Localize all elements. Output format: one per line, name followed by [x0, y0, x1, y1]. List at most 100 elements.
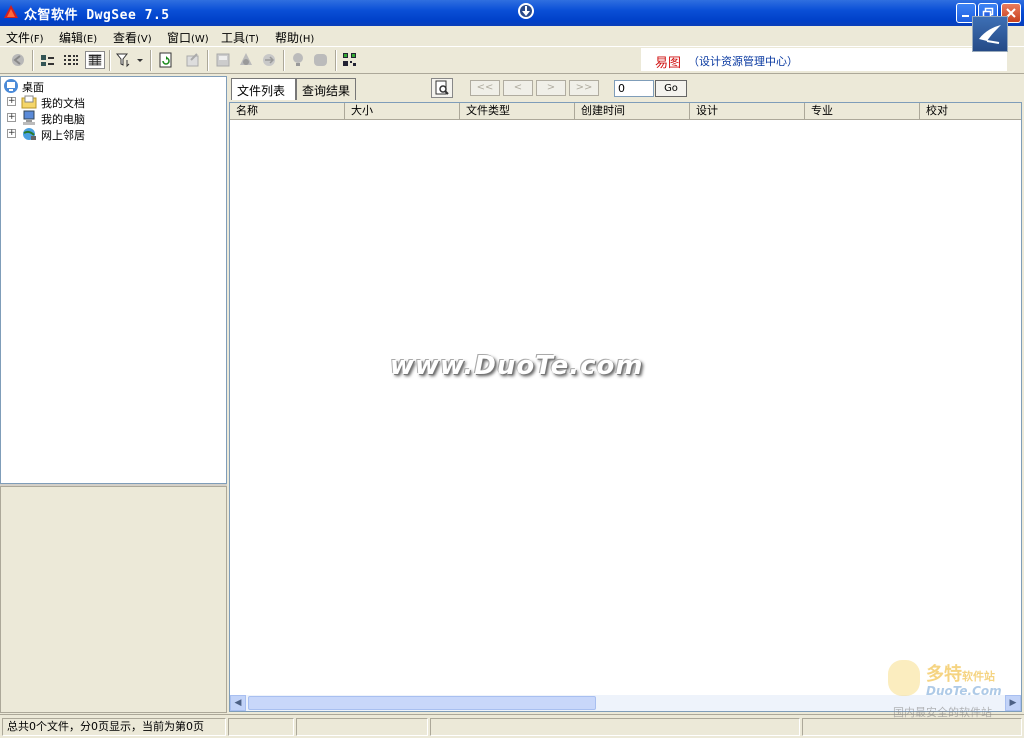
- refresh-icon[interactable]: [156, 51, 176, 69]
- menu-edit[interactable]: 编辑(E): [59, 29, 97, 46]
- network-icon: [23, 128, 36, 140]
- column-header-design[interactable]: 设计: [690, 103, 805, 119]
- site-watermark-domain: DuoTe.Com: [926, 684, 1002, 698]
- watermark-text: www.DuoTe.com: [390, 351, 644, 381]
- column-header-discipline[interactable]: 专业: [805, 103, 920, 119]
- menu-file-label: 文件: [6, 31, 31, 45]
- site-watermark-title: 多特软件站: [926, 660, 995, 686]
- qrcode-icon[interactable]: [340, 51, 360, 69]
- menu-bar: 文件(F) 编辑(E) 查看(V) 窗口(W) 工具(T) 帮助(H): [0, 26, 1024, 46]
- tree-item-my-computer[interactable]: + 我的电脑: [3, 110, 223, 126]
- page-number-input[interactable]: 0: [614, 80, 654, 97]
- menu-tools-accel: (T): [245, 34, 259, 45]
- download-icon[interactable]: [516, 1, 536, 21]
- go-button[interactable]: Go: [655, 80, 687, 97]
- brand-subtitle: （设计资源管理中心）: [688, 55, 798, 68]
- site-watermark-slogan: 国内最安全的软件站: [893, 706, 992, 719]
- status-panel: [296, 718, 428, 736]
- column-header-proofread[interactable]: 校对: [920, 103, 1021, 119]
- window-title: 众智软件 DwgSee 7.5: [24, 8, 170, 23]
- brand-logo: [972, 16, 1008, 52]
- menu-view[interactable]: 查看(V): [113, 29, 152, 46]
- menu-view-accel: (V): [137, 34, 152, 45]
- my-computer-icon: [23, 110, 35, 125]
- filter-icon[interactable]: [114, 51, 134, 69]
- tree-item-network[interactable]: + 网上邻居: [3, 126, 223, 142]
- status-file-count: 总共0个文件，分0页显示，当前为第0页: [2, 718, 226, 736]
- toolbar-separator: [109, 50, 111, 71]
- brand-name: 易图: [655, 56, 682, 71]
- tree-item-my-documents[interactable]: + 我的文档: [3, 94, 223, 110]
- menu-help[interactable]: 帮助(H): [275, 29, 314, 46]
- menu-edit-accel: (E): [83, 34, 98, 45]
- column-header-type[interactable]: 文件类型: [460, 103, 575, 119]
- brand-panel: 易图 （设计资源管理中心）: [641, 48, 1007, 71]
- light-icon[interactable]: [288, 51, 308, 69]
- status-panel: [430, 718, 800, 736]
- column-header-created[interactable]: 创建时间: [575, 103, 690, 119]
- tab-query-results[interactable]: 查询结果: [296, 78, 356, 100]
- toolbar-separator: [32, 50, 34, 71]
- minimize-icon: [962, 15, 969, 17]
- print-icon[interactable]: [213, 51, 233, 69]
- bird-logo-icon: [979, 25, 1001, 44]
- menu-help-label: 帮助: [275, 31, 300, 45]
- toolbar-separator: [207, 50, 209, 71]
- toolbar-separator: [150, 50, 152, 71]
- expand-icon[interactable]: +: [7, 129, 16, 138]
- menu-help-accel: (H): [299, 34, 315, 45]
- tree-item-label: 网上邻居: [41, 129, 85, 142]
- my-documents-icon: [21, 95, 37, 109]
- layers-icon[interactable]: [236, 51, 256, 69]
- search-button[interactable]: [431, 78, 453, 98]
- site-watermark-suffix: 软件站: [962, 670, 995, 683]
- large-icons-view-icon[interactable]: [38, 51, 58, 69]
- status-panel: [228, 718, 294, 736]
- title-bar[interactable]: 众智软件 DwgSee 7.5: [0, 0, 1024, 26]
- block-icon[interactable]: [311, 51, 331, 69]
- export-icon[interactable]: [183, 51, 203, 69]
- tree-item-label: 我的电脑: [41, 113, 85, 126]
- app-logo-icon: [4, 5, 18, 18]
- menu-file-accel: (F): [30, 34, 44, 45]
- menu-file[interactable]: 文件(F): [6, 29, 44, 46]
- file-list[interactable]: 名称 大小 文件类型 创建时间 设计 专业 校对 www.DuoTe.com ◀…: [229, 102, 1022, 712]
- preview-panel: [0, 486, 227, 713]
- toolbar-separator: [283, 50, 285, 71]
- toolbar-separator: [335, 50, 337, 71]
- search-document-icon: [435, 80, 449, 95]
- column-header-row: 名称 大小 文件类型 创建时间 设计 专业 校对: [230, 103, 1021, 120]
- convert-icon[interactable]: [259, 51, 279, 69]
- column-header-name[interactable]: 名称: [230, 103, 345, 119]
- menu-window[interactable]: 窗口(W): [167, 29, 209, 46]
- site-watermark-name: 多特: [926, 664, 962, 685]
- prev-page-button[interactable]: <: [503, 80, 533, 96]
- scrollbar-thumb[interactable]: [248, 696, 596, 710]
- tree-item-label: 桌面: [22, 81, 44, 94]
- mascot-icon: [888, 660, 920, 696]
- last-page-button[interactable]: >>: [569, 80, 599, 96]
- menu-window-accel: (W): [191, 34, 209, 45]
- menu-edit-label: 编辑: [59, 31, 84, 45]
- column-header-size[interactable]: 大小: [345, 103, 460, 119]
- scroll-left-icon[interactable]: ◀: [230, 695, 246, 711]
- first-page-button[interactable]: <<: [470, 80, 500, 96]
- toolbar: 易图 （设计资源管理中心）: [0, 46, 1024, 74]
- tree-item-label: 我的文档: [41, 97, 85, 110]
- menu-tools[interactable]: 工具(T): [221, 29, 259, 46]
- list-view-icon[interactable]: [61, 51, 81, 69]
- menu-tools-label: 工具: [221, 31, 246, 45]
- menu-view-label: 查看: [113, 31, 138, 45]
- tab-file-list[interactable]: 文件列表: [231, 78, 296, 100]
- chevron-down-icon[interactable]: [134, 51, 146, 69]
- site-watermark: 多特软件站 DuoTe.Com 国内最安全的软件站: [888, 660, 1020, 720]
- expand-icon[interactable]: +: [7, 113, 16, 122]
- desktop-icon: [4, 79, 18, 93]
- next-page-button[interactable]: >: [536, 80, 566, 96]
- folder-tree[interactable]: 桌面 + 我的文档 + 我的电脑 + 网上邻居: [0, 76, 227, 484]
- details-view-icon[interactable]: [85, 51, 105, 69]
- status-bar: 总共0个文件，分0页显示，当前为第0页: [0, 714, 1024, 738]
- back-icon[interactable]: [8, 51, 28, 69]
- expand-icon[interactable]: +: [7, 97, 16, 106]
- menu-window-label: 窗口: [167, 31, 192, 45]
